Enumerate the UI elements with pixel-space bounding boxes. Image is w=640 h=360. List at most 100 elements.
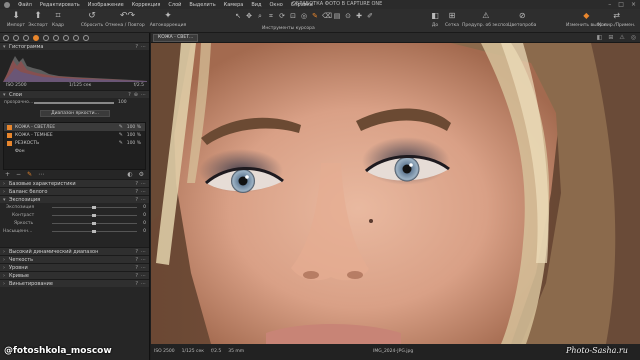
tab-details-icon[interactable] [53, 34, 59, 41]
menu-camera[interactable]: Камера [224, 2, 244, 8]
color-picker-icon[interactable]: ⊙ [344, 12, 352, 20]
wb-picker-icon[interactable]: ✚ [355, 12, 363, 20]
tab-capture-icon[interactable] [13, 34, 19, 41]
opacity-value[interactable]: 100 [118, 100, 127, 105]
zoom-icon[interactable]: ⌕ [256, 12, 264, 20]
color-probe-button[interactable]: ⊘ Цветопроба [508, 11, 536, 28]
tab-color-icon[interactable] [33, 34, 39, 41]
white-balance-header[interactable]: › Баланс белого ? ⋯ [0, 187, 149, 195]
rotate-icon[interactable]: ⟳ [278, 12, 286, 20]
brush-icon[interactable]: ✎ [27, 171, 32, 178]
active-layer-chip[interactable]: КОЖА - СВЕТ... [153, 34, 199, 42]
section-title: Экспозиция [9, 196, 41, 203]
histogram-header[interactable]: ▾ Гистограмма ? ⋯ [0, 42, 149, 50]
slider-knob[interactable] [92, 213, 96, 217]
grid-button[interactable]: ⊞ Сетка [445, 11, 459, 28]
curves-header[interactable]: › Кривые ? ⋯ [0, 271, 149, 279]
crop-tool-icon[interactable]: ⌗ [267, 12, 275, 20]
slider-knob[interactable] [92, 221, 96, 225]
menu-adjust[interactable]: Коррекция [132, 2, 161, 8]
luma-range-button[interactable]: Диапазон яркости... [40, 110, 110, 117]
focus-icon[interactable]: ◎ [631, 34, 636, 41]
slider-track[interactable] [52, 213, 137, 217]
mask-icon[interactable]: ◐ [127, 171, 132, 178]
menu-edit[interactable]: Редактировать [40, 2, 80, 8]
copy-apply-button[interactable]: ⇄ Копир./Примен. [598, 11, 635, 28]
layer-item-background[interactable]: Фон [4, 147, 145, 155]
slider-track[interactable] [52, 221, 137, 225]
exposure-warning-button[interactable]: ⚠ Предупр. об экспоз. [462, 11, 510, 28]
pan-icon[interactable]: ✥ [245, 12, 253, 20]
more-icon[interactable]: ⋯ [141, 281, 146, 287]
menu-image[interactable]: Изображение [88, 2, 124, 8]
crop-button[interactable]: ⌗ Кадр [45, 11, 71, 28]
grid-icon[interactable]: ⊞ [608, 34, 613, 41]
layer-checkbox[interactable] [7, 124, 12, 130]
section-title: Кривые [9, 272, 29, 279]
before-button[interactable]: ◧ До [430, 11, 440, 28]
section-title: Базовые характеристики [9, 180, 76, 187]
layer-checkbox[interactable] [7, 140, 12, 146]
undo-icon: ↶↷ [120, 11, 136, 21]
image-viewer[interactable] [151, 43, 640, 344]
slider-value[interactable]: 0 [143, 221, 146, 226]
slider-value[interactable]: 0 [143, 229, 146, 234]
warning-icon[interactable]: ⚠ [619, 34, 624, 41]
layer-checkbox[interactable] [7, 132, 12, 138]
layer-item[interactable]: КОЖА - СВЕТЛЕЕ ✎ 100 % [4, 123, 145, 131]
layer-item[interactable]: РЕЗКОСТЬ ✎ 100 % [4, 139, 145, 147]
brush-icon[interactable]: ✎ [311, 12, 319, 20]
undo-redo-button[interactable]: ↶↷ Отмена / Повтор [105, 11, 144, 28]
tool-tabs [0, 33, 149, 42]
close-icon[interactable]: × [631, 1, 636, 8]
reset-button[interactable]: ↺ Сбросить [79, 11, 105, 28]
menu-select[interactable]: Выделить [189, 2, 215, 8]
gradient-icon[interactable]: ▤ [333, 12, 341, 20]
layers-header[interactable]: ▾ Слои ? ⊕ ⋯ [0, 90, 149, 98]
menu-view[interactable]: Вид [251, 2, 261, 8]
slider-track[interactable] [52, 229, 137, 233]
annotate-icon[interactable]: ✐ [366, 12, 374, 20]
slider-value[interactable]: 0 [143, 213, 146, 218]
settings-icon[interactable]: ⚙ [139, 171, 144, 178]
slider-knob[interactable] [92, 229, 96, 233]
minimize-icon[interactable]: – [608, 1, 611, 8]
keystone-icon[interactable]: ⊡ [289, 12, 297, 20]
spot-icon[interactable]: ◎ [300, 12, 308, 20]
slider-track[interactable] [52, 205, 137, 209]
crop-label: Кадр [52, 23, 64, 28]
layer-item[interactable]: КОЖА - ТЕМНЕЕ ✎ 100 % [4, 131, 145, 139]
clarity-header[interactable]: › Четкость ? ⋯ [0, 255, 149, 263]
histogram-meta: ISO 2500 1/125 сек f/2.5 [6, 83, 144, 88]
hdr-header[interactable]: › Высокий динамический диапазон ? ⋯ [0, 247, 149, 255]
menu-window[interactable]: Окно [269, 2, 282, 8]
more-icon[interactable]: ⋯ [38, 171, 44, 178]
viewer-toolbar: КОЖА - СВЕТ... ◧ ⊞ ⚠ ◎ [151, 33, 640, 43]
tab-meta-icon[interactable] [73, 34, 79, 41]
menu-layer[interactable]: Слой [168, 2, 181, 8]
viewer-icons: ◧ ⊞ ⚠ ◎ [597, 34, 636, 41]
help-icon[interactable]: ? [135, 281, 138, 287]
tab-exposure-icon[interactable] [43, 34, 49, 41]
add-layer-icon[interactable]: + [5, 171, 10, 178]
slider-value[interactable]: 0 [143, 205, 146, 210]
tab-lens-icon[interactable] [23, 34, 29, 41]
base-characteristics-header[interactable]: › Базовые характеристики ? ⋯ [0, 179, 149, 187]
vignette-header[interactable]: › Виньетирование ? ⋯ [0, 279, 149, 287]
menubar: Файл Редактировать Изображение Коррекция… [0, 0, 640, 9]
menu-file[interactable]: Файл [18, 2, 32, 8]
remove-layer-icon[interactable]: − [16, 171, 21, 178]
levels-header[interactable]: › Уровни ? ⋯ [0, 263, 149, 271]
select-cursor-icon[interactable]: ↖ [234, 12, 242, 20]
cursor-tools-label: Инструменты курсора [262, 26, 315, 31]
before-after-icon[interactable]: ◧ [597, 34, 603, 41]
auto-adjust-button[interactable]: ✦ Автокоррекция [148, 11, 188, 28]
opacity-slider[interactable] [34, 102, 114, 104]
slider-knob[interactable] [92, 205, 96, 209]
exposure-header[interactable]: ▾ Экспозиция ? ⋯ [0, 195, 149, 203]
tab-output-icon[interactable] [83, 34, 89, 41]
tab-adjust-icon[interactable] [63, 34, 69, 41]
eraser-icon[interactable]: ⌫ [322, 12, 332, 20]
tab-library-icon[interactable] [3, 34, 9, 41]
maximize-icon[interactable]: □ [618, 1, 624, 8]
